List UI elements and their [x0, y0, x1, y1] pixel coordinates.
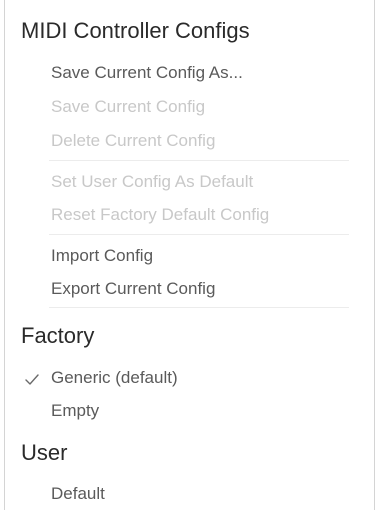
- delete-current-config-item: Delete Current Config: [51, 131, 216, 150]
- factory-section-title: Factory: [21, 323, 95, 348]
- menu-divider: [49, 307, 349, 308]
- factory-config-empty[interactable]: Empty: [51, 401, 99, 421]
- save-current-config-item: Save Current Config: [51, 97, 206, 116]
- user-section-title: User: [21, 440, 68, 465]
- user-config-default[interactable]: Default: [51, 484, 105, 504]
- menu-title: MIDI Controller Configs: [21, 18, 250, 43]
- set-user-config-as-default-item: Set User Config As Default: [51, 172, 254, 191]
- export-current-config-item[interactable]: Export Current Config: [51, 279, 215, 299]
- midi-controller-configs-menu: MIDI Controller Configs Save Current Con…: [4, 0, 375, 510]
- import-config-item[interactable]: Import Config: [51, 246, 153, 266]
- reset-factory-default-config-item: Reset Factory Default Config: [51, 205, 270, 224]
- menu-divider: [49, 160, 349, 161]
- save-current-config-as-item[interactable]: Save Current Config As...: [51, 63, 243, 83]
- checkmark-icon: [25, 374, 39, 385]
- factory-config-generic-default[interactable]: Generic (default): [51, 368, 178, 388]
- menu-divider: [49, 234, 349, 235]
